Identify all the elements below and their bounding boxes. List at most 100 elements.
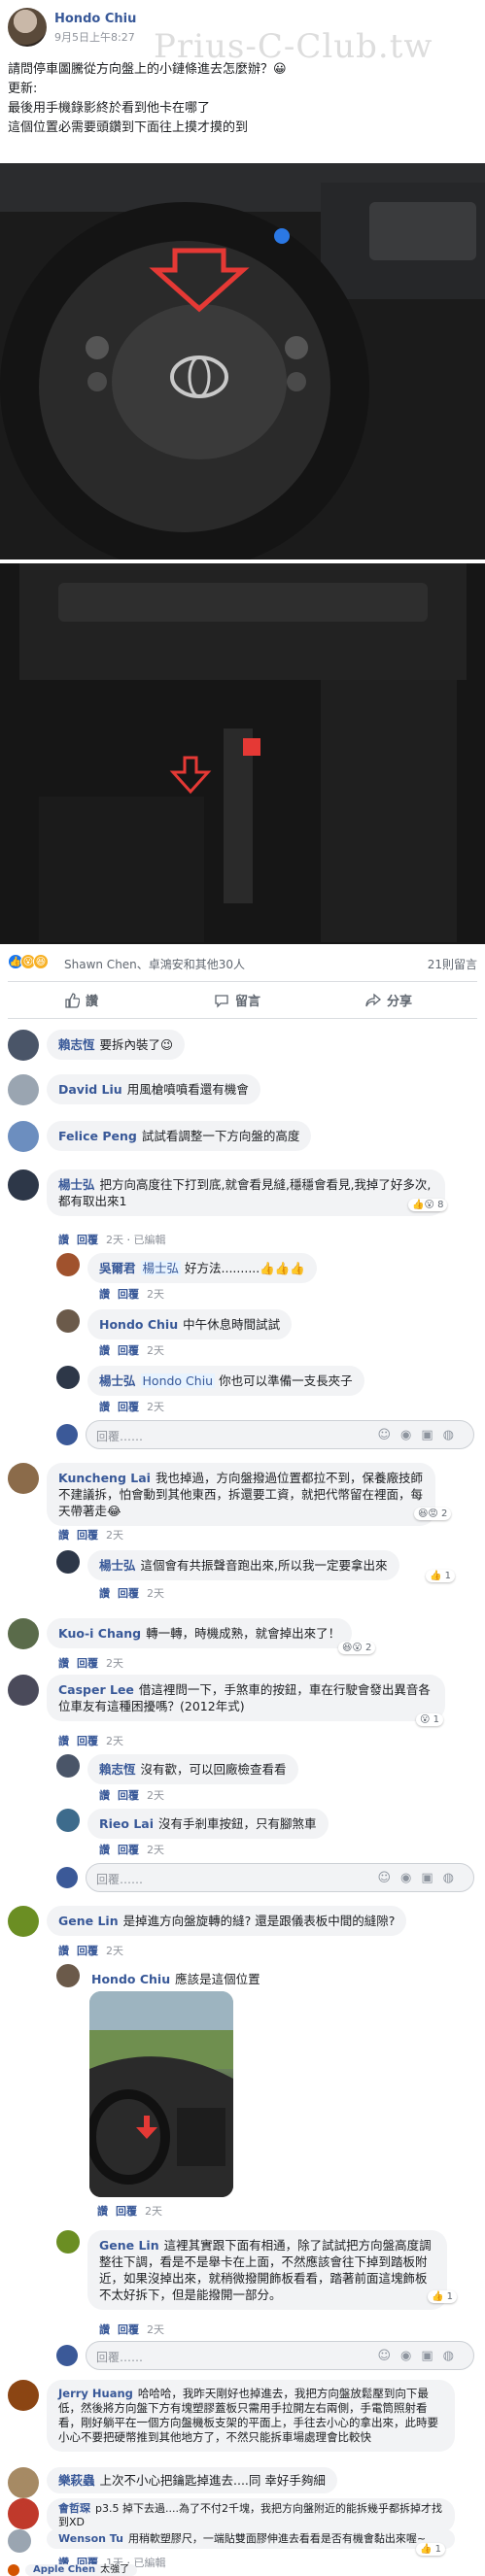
reply-link[interactable]: 回覆 [77, 1529, 98, 1542]
commenter-name[interactable]: Hondo Chiu [99, 1317, 178, 1332]
commenter-avatar[interactable] [56, 1964, 80, 1987]
commenter-avatar[interactable] [56, 1754, 80, 1778]
reply-input[interactable]: 回覆…… ☺◉▣◍ [86, 1420, 474, 1449]
author-name[interactable]: Hondo Chiu [54, 12, 136, 26]
commenter-name[interactable]: Gene Lin [99, 2238, 159, 2253]
comment-reaction-count[interactable]: 👍 1 [428, 2290, 458, 2303]
comment-reaction-count[interactable]: 👍 1 [416, 2543, 446, 2556]
reply-link[interactable]: 回覆 [77, 1657, 98, 1670]
reply-link[interactable]: 回覆 [116, 2205, 137, 2218]
commenter-name[interactable]: Casper Lee [58, 1682, 134, 1697]
comment-time[interactable]: 2天 [106, 1234, 123, 1246]
commenter-avatar[interactable] [8, 1121, 39, 1152]
comment-time[interactable]: 2天 [147, 2323, 164, 2336]
like-link[interactable]: 讚 [97, 2205, 108, 2218]
commenter-name[interactable]: Kuncheng Lai [58, 1471, 151, 1485]
commenter-name[interactable]: 楊士弘 [99, 1373, 136, 1388]
like-link[interactable]: 讚 [99, 1288, 110, 1301]
commenter-avatar[interactable] [8, 1030, 39, 1061]
commenter-name[interactable]: Gene Lin [58, 1914, 119, 1928]
commenter-avatar[interactable] [56, 2230, 80, 2254]
commenter-name[interactable]: Apple Chen [33, 2564, 95, 2575]
comment-time[interactable]: 2天 [147, 1844, 164, 1856]
commenter-name[interactable]: 賴志恆 [99, 1762, 136, 1777]
commenter-avatar[interactable] [8, 1906, 39, 1937]
sticker-icon[interactable]: ◍ [443, 1428, 464, 1442]
reply-link[interactable]: 回覆 [118, 1401, 139, 1413]
comment-reaction-count[interactable]: 👍 1 [426, 1570, 456, 1582]
like-link[interactable]: 讚 [99, 1789, 110, 1802]
commenter-name[interactable]: 賴志恆 [58, 1037, 95, 1052]
comment-time[interactable]: 2天 [147, 1288, 164, 1301]
reply-link[interactable]: 回覆 [118, 2323, 139, 2336]
like-link[interactable]: 讚 [99, 1344, 110, 1357]
like-link[interactable]: 讚 [58, 1945, 69, 1957]
gif-icon[interactable]: ▣ [421, 1871, 442, 1885]
commenter-avatar[interactable] [8, 1463, 39, 1494]
commenter-name[interactable]: Rieo Lai [99, 1816, 154, 1831]
camera-icon[interactable]: ◉ [400, 1871, 421, 1885]
sticker-icon[interactable]: ◍ [443, 1871, 464, 1885]
commenter-name[interactable]: 樂萩蟲 [58, 2473, 95, 2488]
like-link[interactable]: 讚 [58, 1529, 69, 1542]
commenter-avatar[interactable] [8, 1169, 39, 1201]
comment-time[interactable]: 2天 [147, 1789, 164, 1802]
commenter-name[interactable]: Jerry Huang [58, 2387, 133, 2400]
commenter-name[interactable]: 楊士弘 [99, 1558, 136, 1573]
comment-reaction-count[interactable]: 😮 1 [416, 1713, 443, 1726]
sticker-icon[interactable]: ◍ [443, 2349, 464, 2363]
reply-link[interactable]: 回覆 [118, 1344, 139, 1357]
reaction-summary[interactable]: Shawn Chen、卓鴻安和其他30人 [64, 956, 245, 972]
commenter-avatar[interactable] [8, 2498, 39, 2529]
commenter-name[interactable]: 會哲琛 [58, 2502, 90, 2515]
like-link[interactable]: 讚 [58, 1234, 69, 1246]
share-button[interactable]: 分享 [365, 991, 412, 1009]
commenter-name[interactable]: David Liu [58, 1082, 122, 1097]
comment-time[interactable]: 2天 [147, 1401, 164, 1413]
comment-reaction-count[interactable]: 👍😮 8 [408, 1199, 448, 1211]
like-link[interactable]: 讚 [99, 1401, 110, 1413]
reply-link[interactable]: 回覆 [118, 1587, 139, 1600]
comment-count[interactable]: 21則留言 [428, 956, 477, 972]
commenter-avatar[interactable] [8, 2380, 39, 2411]
commenter-avatar[interactable] [8, 1074, 39, 1105]
commenter-avatar[interactable] [8, 2564, 19, 2576]
commenter-avatar[interactable] [56, 1550, 80, 1574]
like-link[interactable]: 讚 [58, 1657, 69, 1670]
like-link[interactable]: 讚 [99, 1587, 110, 1600]
commenter-avatar[interactable] [56, 1809, 80, 1832]
comment-time[interactable]: 2天 [147, 1587, 164, 1600]
comment-time[interactable]: 2天 [106, 1529, 123, 1542]
comment-reaction-count[interactable]: 😆😡 2 [414, 1508, 452, 1520]
commenter-name[interactable]: Hondo Chiu [91, 1972, 170, 1986]
commenter-name[interactable]: Felice Peng [58, 1129, 137, 1143]
commenter-avatar[interactable] [8, 2529, 31, 2553]
reply-link[interactable]: 回覆 [118, 1288, 139, 1301]
emoji-icon[interactable]: ☺ [377, 2349, 400, 2363]
commenter-avatar[interactable] [8, 1618, 39, 1649]
post-photo-steering-wheel[interactable] [0, 163, 485, 559]
commenter-avatar[interactable] [56, 1253, 80, 1276]
reply-input[interactable]: 回覆…… ☺◉▣◍ [86, 1863, 474, 1892]
like-link[interactable]: 讚 [99, 1844, 110, 1856]
emoji-icon[interactable]: ☺ [377, 1428, 400, 1442]
comment-time[interactable]: 2天 [106, 1945, 123, 1957]
like-link[interactable]: 讚 [99, 2323, 110, 2336]
reply-link[interactable]: 回覆 [77, 1735, 98, 1747]
camera-icon[interactable]: ◉ [400, 2349, 421, 2363]
emoji-icon[interactable]: ☺ [377, 1871, 400, 1885]
commenter-avatar[interactable] [8, 1675, 39, 1706]
commenter-avatar[interactable] [56, 1309, 80, 1333]
reply-link[interactable]: 回覆 [118, 1789, 139, 1802]
reply-link[interactable]: 回覆 [118, 1844, 139, 1856]
reply-link[interactable]: 回覆 [77, 1945, 98, 1957]
mention-tag[interactable]: 楊士弘 [140, 1261, 182, 1275]
commenter-name[interactable]: Wenson Tu [58, 2532, 123, 2545]
reaction-icons[interactable]: 👍 😮 😆 [8, 954, 49, 969]
comment-reaction-count[interactable]: 😆😮 2 [338, 1642, 376, 1654]
commenter-name[interactable]: Kuo-i Chang [58, 1626, 141, 1641]
comment-time[interactable]: 2天 [145, 2205, 162, 2218]
gif-icon[interactable]: ▣ [421, 2349, 442, 2363]
commenter-name[interactable]: 吳爾君 [99, 1261, 136, 1275]
reply-link[interactable]: 回覆 [77, 1234, 98, 1246]
